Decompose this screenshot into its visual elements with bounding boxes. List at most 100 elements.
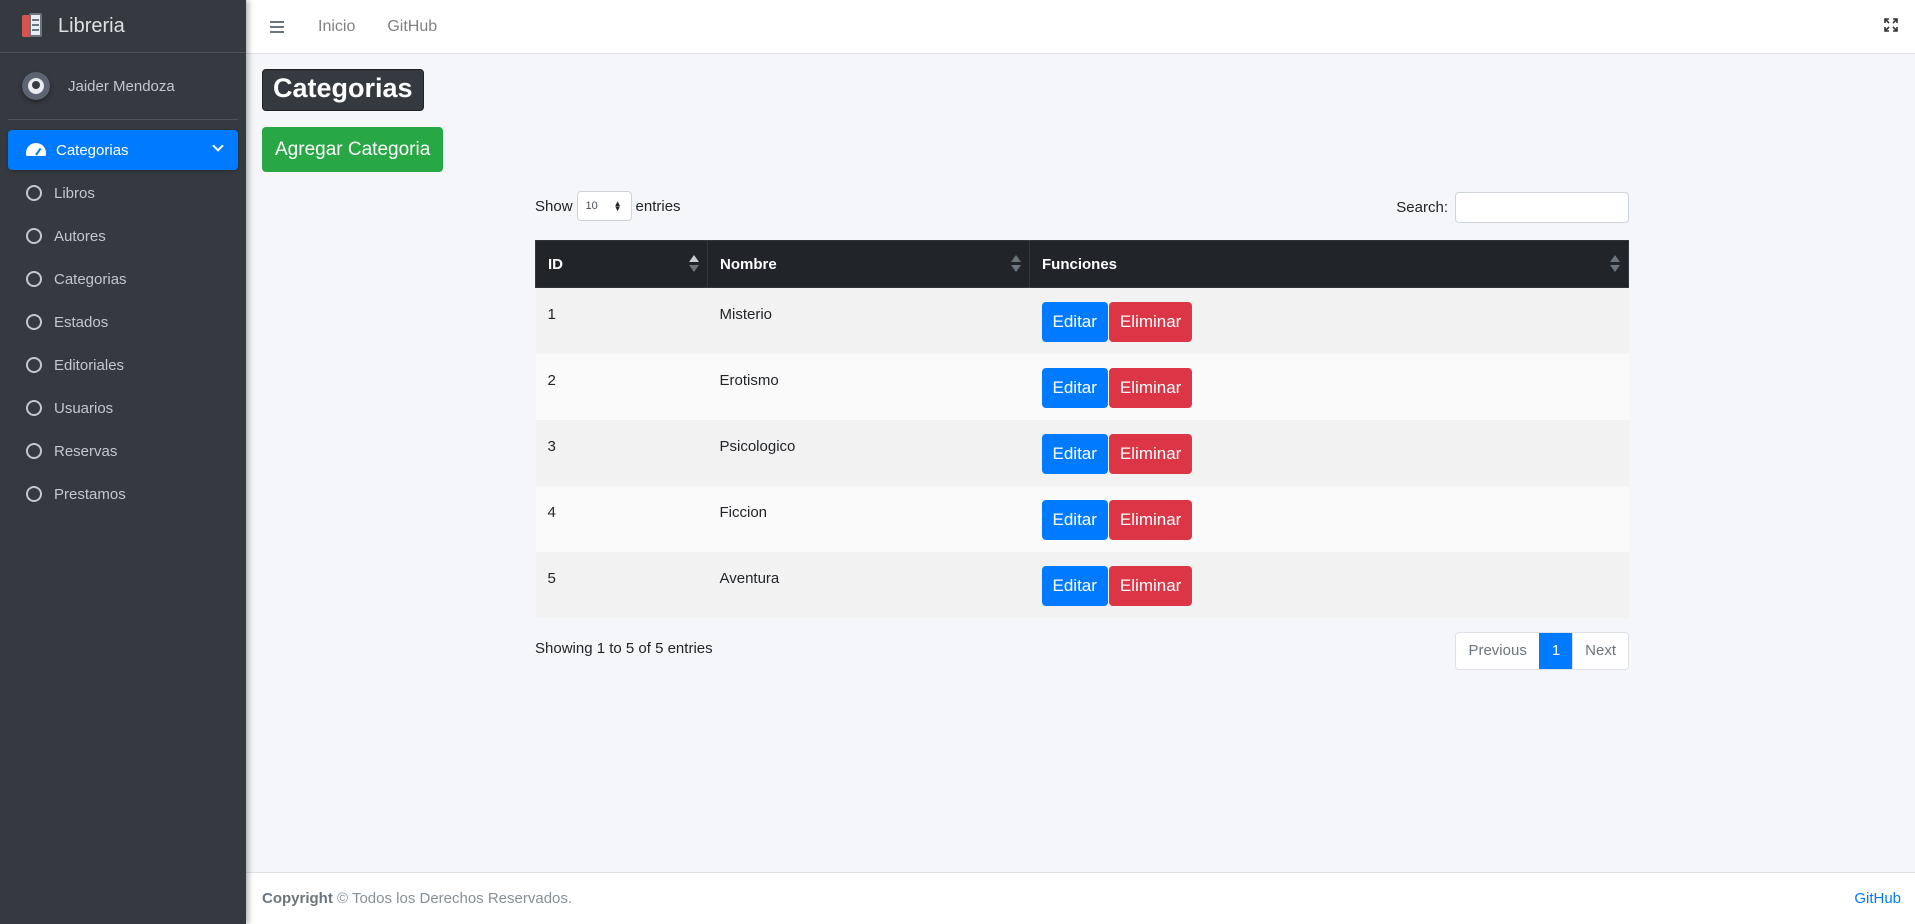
edit-button[interactable]: Editar bbox=[1041, 433, 1108, 474]
sidebar-item-label: Libros bbox=[54, 184, 95, 202]
cell-funciones: Editar Eliminar bbox=[1030, 552, 1629, 618]
sidebar: Libreria Jaider Mendoza Categorias Libro… bbox=[0, 0, 246, 924]
delete-button[interactable]: Eliminar bbox=[1108, 302, 1193, 342]
column-header-label: ID bbox=[548, 255, 563, 273]
table-row: 3 Psicologico Editar Eliminar bbox=[535, 419, 1629, 486]
sort-icon bbox=[1011, 255, 1021, 273]
categories-table: ID Nombre Funciones 1 Misterio Editar El… bbox=[535, 240, 1629, 618]
table-row: 1 Misterio Editar Eliminar bbox=[535, 287, 1629, 354]
cell-nombre: Misterio bbox=[719, 306, 773, 323]
github-avatar-icon bbox=[22, 72, 50, 100]
sidebar-item-label: Usuarios bbox=[54, 399, 114, 417]
footer: Copyright © Todos los Derechos Reservado… bbox=[246, 872, 1915, 924]
sidebar-item-categorias[interactable]: Categorias bbox=[8, 259, 238, 299]
cell-nombre: Psicologico bbox=[719, 437, 796, 455]
sidebar-item-autores[interactable]: Autores bbox=[8, 216, 238, 256]
cell-funciones: Editar Eliminar bbox=[1030, 486, 1629, 552]
sort-icon bbox=[1610, 255, 1620, 273]
sidebar-item-label: Reservas bbox=[54, 442, 118, 460]
column-header-id[interactable]: ID bbox=[535, 240, 708, 288]
edit-button[interactable]: Editar bbox=[1041, 302, 1108, 342]
sidebar-nav: Categorias Libros Autores Categorias Est… bbox=[0, 120, 246, 527]
sort-arrows-icon: ▲ ▼ bbox=[613, 199, 622, 213]
sidebar-item-editoriales[interactable]: Editoriales bbox=[8, 345, 238, 385]
fullscreen-icon[interactable] bbox=[1884, 18, 1898, 32]
table-row: 2 Erotismo Editar Eliminar bbox=[535, 353, 1629, 420]
sidebar-item-categorias-menu[interactable]: Categorias bbox=[8, 130, 238, 170]
circle-icon bbox=[26, 314, 42, 330]
sidebar-item-label: Prestamos bbox=[54, 485, 126, 503]
categories-datatable: Show 10 ▲ ▼ entries Search: ID Nombre Fu… bbox=[535, 186, 1629, 692]
nav-link-github[interactable]: GitHub bbox=[387, 18, 437, 36]
circle-icon bbox=[26, 400, 42, 416]
cell-funciones: Editar Eliminar bbox=[1030, 354, 1629, 420]
column-header-label: Funciones bbox=[1042, 255, 1118, 273]
copyright-label: Copyright bbox=[262, 890, 333, 907]
column-header-nombre[interactable]: Nombre bbox=[707, 240, 1030, 288]
pagination: Previous 1 Next bbox=[1455, 631, 1629, 670]
circle-icon bbox=[26, 228, 42, 244]
sidebar-item-usuarios[interactable]: Usuarios bbox=[8, 388, 238, 428]
books-logo-icon bbox=[22, 13, 44, 39]
main-content: Categorias Agregar Categoria Show 10 ▲ ▼ … bbox=[246, 54, 1915, 872]
cell-nombre: Ficcion bbox=[719, 503, 768, 521]
pagination-next[interactable]: Next bbox=[1572, 632, 1628, 669]
sidebar-item-prestamos[interactable]: Prestamos bbox=[8, 474, 238, 514]
column-header-funciones[interactable]: Funciones bbox=[1029, 240, 1629, 288]
delete-button[interactable]: Eliminar bbox=[1108, 367, 1193, 408]
add-category-button[interactable]: Agregar Categoria bbox=[262, 127, 444, 172]
user-panel[interactable]: Jaider Mendoza bbox=[8, 53, 238, 120]
sidebar-item-label: Categorias bbox=[54, 270, 127, 288]
cell-funciones: Editar Eliminar bbox=[1030, 420, 1629, 486]
sidebar-item-label: Editoriales bbox=[54, 356, 125, 374]
entries-label: entries bbox=[635, 197, 681, 215]
table-row: 5 Aventura Editar Eliminar bbox=[535, 551, 1629, 618]
sidebar-item-libros[interactable]: Libros bbox=[8, 173, 238, 213]
entries-select[interactable]: 10 ▲ ▼ bbox=[576, 191, 632, 221]
page-title: Categorias bbox=[262, 69, 424, 111]
sort-ascending-icon bbox=[689, 255, 699, 273]
copyright-notice: © Todos los Derechos Reservados. bbox=[332, 890, 573, 907]
delete-button[interactable]: Eliminar bbox=[1108, 565, 1193, 606]
nav-link-inicio[interactable]: Inicio bbox=[318, 18, 355, 36]
pagination-page-1[interactable]: 1 bbox=[1538, 632, 1573, 669]
edit-button[interactable]: Editar bbox=[1041, 367, 1108, 408]
search-input[interactable] bbox=[1455, 192, 1629, 223]
circle-icon bbox=[26, 185, 42, 201]
footer-github-link[interactable]: GitHub bbox=[1854, 890, 1901, 907]
delete-button[interactable]: Eliminar bbox=[1108, 499, 1193, 540]
cell-id: 5 bbox=[547, 569, 556, 587]
search-control: Search: bbox=[1396, 192, 1629, 223]
edit-button[interactable]: Editar bbox=[1041, 499, 1108, 540]
top-navbar: Inicio GitHub bbox=[246, 0, 1915, 54]
cell-nombre: Aventura bbox=[719, 569, 780, 587]
table-info: Showing 1 to 5 of 5 entries bbox=[535, 639, 713, 657]
cell-id: 4 bbox=[547, 503, 556, 521]
show-label: Show bbox=[535, 197, 573, 215]
brand-link[interactable]: Libreria bbox=[0, 0, 246, 53]
delete-button[interactable]: Eliminar bbox=[1108, 433, 1193, 474]
circle-icon bbox=[26, 486, 42, 502]
pagination-previous[interactable]: Previous bbox=[1456, 632, 1539, 669]
cell-id: 2 bbox=[547, 371, 556, 389]
sidebar-item-reservas[interactable]: Reservas bbox=[8, 431, 238, 471]
search-label: Search: bbox=[1396, 199, 1448, 216]
column-header-label: Nombre bbox=[720, 255, 777, 273]
sidebar-item-label: Estados bbox=[54, 313, 109, 331]
sidebar-item-estados[interactable]: Estados bbox=[8, 302, 238, 342]
circle-icon bbox=[26, 271, 42, 287]
edit-button[interactable]: Editar bbox=[1041, 565, 1108, 606]
sidebar-item-label: Autores bbox=[54, 227, 106, 245]
tachometer-icon bbox=[26, 142, 46, 158]
entries-length-control: Show 10 ▲ ▼ entries bbox=[535, 191, 681, 221]
circle-icon bbox=[26, 357, 42, 373]
circle-icon bbox=[26, 443, 42, 459]
sidebar-item-label: Categorias bbox=[56, 141, 129, 159]
cell-nombre: Erotismo bbox=[719, 371, 779, 389]
copyright-text: Copyright © Todos los Derechos Reservado… bbox=[262, 890, 572, 907]
brand-name: Libreria bbox=[58, 14, 125, 37]
table-row: 4 Ficcion Editar Eliminar bbox=[535, 485, 1629, 552]
entries-select-value: 10 bbox=[585, 200, 598, 212]
menu-toggle-icon[interactable] bbox=[270, 20, 286, 33]
chevron-down-icon bbox=[212, 140, 224, 152]
